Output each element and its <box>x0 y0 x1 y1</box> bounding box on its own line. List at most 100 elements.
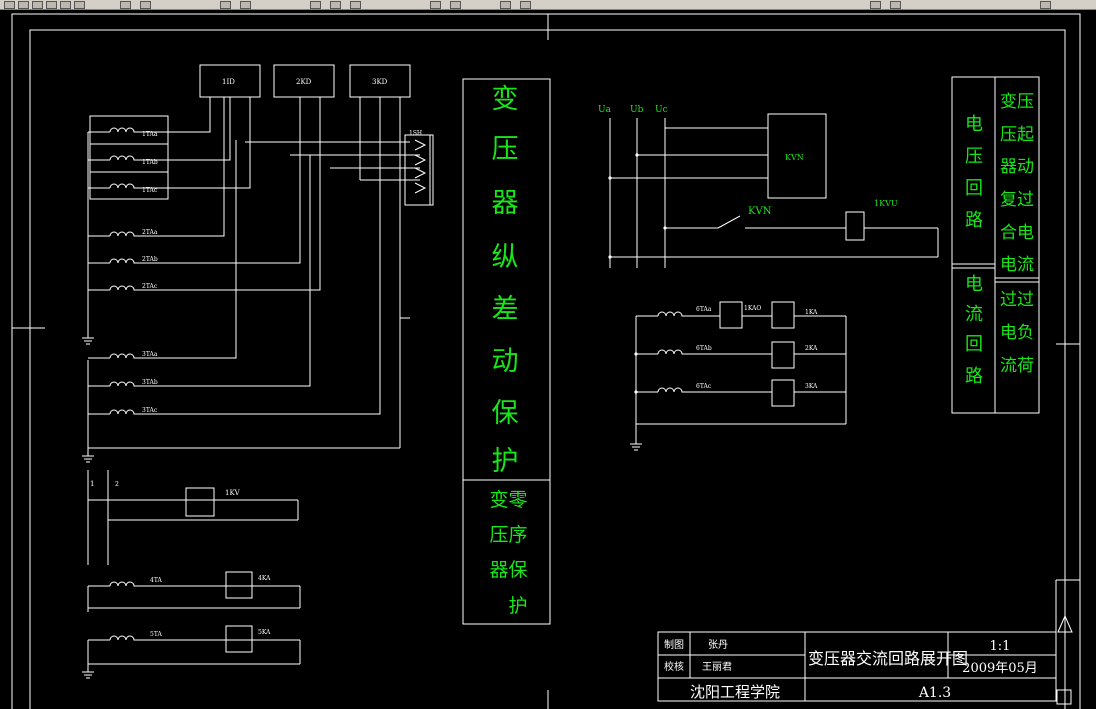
svg-text:校核: 校核 <box>664 660 684 673</box>
svg-text:流: 流 <box>965 304 983 325</box>
svg-text:1KA: 1KA <box>805 309 818 316</box>
toolbar-icon[interactable] <box>4 1 15 9</box>
differential-protection-title: 变 压 器 纵 差 动 保 护 <box>492 84 519 477</box>
svg-text:3TAc: 3TAc <box>142 407 158 414</box>
svg-text:4TA: 4TA <box>150 577 162 584</box>
voltage-circuit <box>609 113 939 268</box>
svg-text:王丽君: 王丽君 <box>702 661 732 673</box>
svg-text:4KA: 4KA <box>258 575 271 582</box>
svg-text:2TAa: 2TAa <box>142 229 158 236</box>
svg-text:流荷: 流荷 <box>1000 356 1034 376</box>
svg-text:3TAb: 3TAb <box>142 379 158 386</box>
kvu-label: 1KVU <box>874 199 898 208</box>
toolbar-icon[interactable] <box>350 1 361 9</box>
toolbar-icon[interactable] <box>46 1 57 9</box>
svg-text:序: 序 <box>508 524 527 546</box>
toolbar-icon[interactable] <box>220 1 231 9</box>
toolbar-icon[interactable] <box>890 1 901 9</box>
svg-text:电: 电 <box>965 114 983 135</box>
toolbar-icon[interactable] <box>520 1 531 9</box>
svg-text:1: 1 <box>90 480 94 488</box>
svg-text:电负: 电负 <box>1000 323 1034 343</box>
ct-labels-left: 1TAa 1TAb 1TAc 2TAa 2TAb 2TAc 3TAa 3TAb … <box>142 131 158 414</box>
svg-text:动: 动 <box>492 346 519 377</box>
svg-text:路: 路 <box>965 210 983 231</box>
toolbar-icon[interactable] <box>330 1 341 9</box>
svg-text:器动: 器动 <box>1000 157 1034 177</box>
svg-text:3KA: 3KA <box>805 383 818 390</box>
svg-text:保: 保 <box>508 559 527 581</box>
relay-1id: 1ID <box>199 64 261 98</box>
switch-1sh-label: 1SH <box>409 130 422 137</box>
svg-text:过过: 过过 <box>1000 290 1034 310</box>
svg-text:纵: 纵 <box>492 242 519 273</box>
svg-text:2: 2 <box>115 481 119 488</box>
toolbar-icon[interactable] <box>1040 1 1051 9</box>
svg-text:沈阳工程学院: 沈阳工程学院 <box>690 683 780 701</box>
svg-text:保: 保 <box>492 398 519 429</box>
svg-text:回: 回 <box>965 334 983 355</box>
toolbar-icon[interactable] <box>310 1 321 9</box>
svg-text:变: 变 <box>492 84 519 115</box>
svg-text:回: 回 <box>965 178 983 199</box>
svg-text:变: 变 <box>489 489 508 511</box>
title-block-text: 制图 张丹 校核 王丽君 沈阳工程学院 变压器交流回路展开图 1:1 2009年… <box>664 638 1038 701</box>
wiring-kv <box>87 470 299 565</box>
toolbar-icon[interactable] <box>120 1 131 9</box>
svg-text:5TA: 5TA <box>150 631 162 638</box>
svg-text:路: 路 <box>965 366 983 387</box>
compound-voltage-overcurrent-label: 变压 压起 器动 复过 合电 电流 <box>1000 92 1034 275</box>
svg-text:2KD: 2KD <box>296 78 312 86</box>
svg-text:复过: 复过 <box>1000 190 1034 210</box>
svg-text:Ua: Ua <box>598 105 612 115</box>
svg-text:变压: 变压 <box>1000 92 1034 112</box>
toolbar-icon[interactable] <box>240 1 251 9</box>
drawing-canvas[interactable]: 1ID 2KD 3KD 1TAa 1TAb 1TAc 2TAa 2TAb 2TA… <box>0 9 1096 709</box>
toolbar-icon[interactable] <box>32 1 43 9</box>
svg-text:压起: 压起 <box>1000 125 1034 145</box>
switch-arrows <box>414 139 427 194</box>
svg-text:护: 护 <box>508 595 527 617</box>
toolbar-icon[interactable] <box>870 1 881 9</box>
svg-text:1KAO: 1KAO <box>744 305 761 312</box>
svg-text:器: 器 <box>492 188 519 219</box>
svg-text:压: 压 <box>489 524 508 546</box>
toolbar-icon[interactable] <box>450 1 461 9</box>
right-ct-labels: 6TAa 6TAb 6TAc 1KAO 1KA 2KA 3KA <box>696 305 818 390</box>
current-circuit <box>630 301 847 451</box>
kv-relay-label: 1KV <box>225 489 241 497</box>
kvn-contact-label: KVN <box>748 206 772 217</box>
svg-text:压: 压 <box>965 146 983 167</box>
voltage-bus-labels: Ua Ub Uc <box>598 105 668 115</box>
svg-text:电流: 电流 <box>1000 255 1034 275</box>
svg-text:制图: 制图 <box>664 638 684 651</box>
svg-text:Uc: Uc <box>655 105 668 115</box>
toolbar-icon[interactable] <box>430 1 441 9</box>
svg-text:2TAc: 2TAc <box>142 283 158 290</box>
svg-text:2009年05月: 2009年05月 <box>962 661 1038 676</box>
svg-text:Ub: Ub <box>630 105 644 115</box>
toolbar-icon[interactable] <box>500 1 511 9</box>
overload-label: 过过 电负 流荷 <box>1000 290 1034 376</box>
svg-text:5KA: 5KA <box>258 629 271 636</box>
svg-text:差: 差 <box>492 294 519 325</box>
svg-text:2TAb: 2TAb <box>142 256 158 263</box>
relay-3kd: 3KD <box>349 64 411 98</box>
ct-coils-left <box>109 127 140 415</box>
corner-box <box>1056 689 1072 705</box>
svg-text:电: 电 <box>965 274 983 295</box>
toolbar-icon[interactable] <box>74 1 85 9</box>
svg-text:护: 护 <box>492 446 519 477</box>
svg-text:3TAa: 3TAa <box>142 351 158 358</box>
svg-text:6TAa: 6TAa <box>696 306 712 313</box>
svg-text:压: 压 <box>492 134 519 165</box>
toolbar-icon[interactable] <box>140 1 151 9</box>
voltage-loop-label: 电 压 回 路 <box>965 114 983 231</box>
svg-text:变压器交流回路展开图: 变压器交流回路展开图 <box>808 649 968 668</box>
svg-text:1ID: 1ID <box>222 78 235 86</box>
toolbar-icon[interactable] <box>18 1 29 9</box>
svg-text:6TAc: 6TAc <box>696 383 712 390</box>
toolbar-icon[interactable] <box>60 1 71 9</box>
svg-text:2KA: 2KA <box>805 345 818 352</box>
kvn-relay-label: KVN <box>785 153 804 162</box>
